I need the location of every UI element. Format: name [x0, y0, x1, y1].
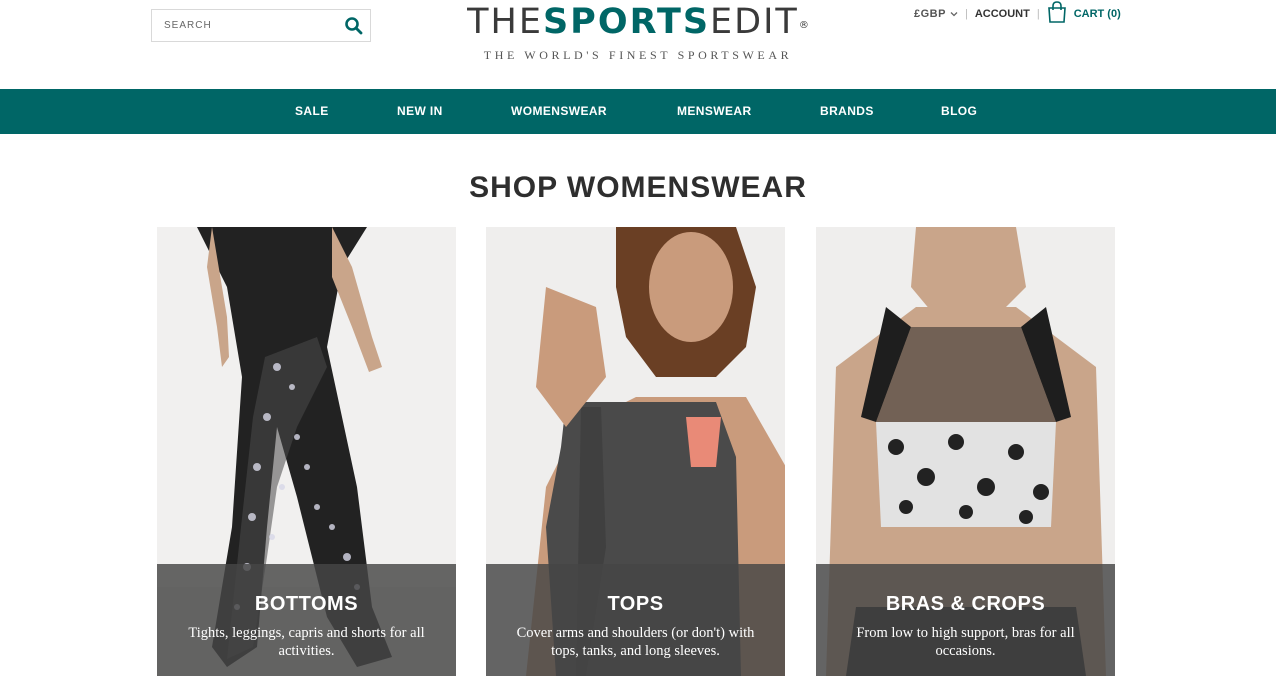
nav-item-womenswear[interactable]: WOMENSWEAR	[511, 89, 607, 134]
account-link[interactable]: ACCOUNT	[975, 8, 1030, 20]
logo-wordmark: THESPORTSEDIT®	[467, 2, 809, 42]
category-description: Tights, leggings, capris and shorts for …	[188, 625, 425, 659]
category-overlay: BRAS & CROPS From low to high support, b…	[816, 564, 1115, 676]
search-icon[interactable]	[344, 16, 364, 36]
utility-bar: £GBP | ACCOUNT | CART (0)	[914, 1, 1121, 23]
currency-selector[interactable]: £GBP	[914, 8, 946, 20]
cart-link[interactable]: CART (0)	[1074, 8, 1121, 20]
main-nav: SALE NEW IN WOMENSWEAR MENSWEAR BRANDS B…	[0, 89, 1276, 134]
category-title: BOTTOMS	[254, 593, 359, 615]
category-description: From low to high support, bras for all o…	[856, 625, 1075, 659]
separator: |	[1036, 8, 1040, 20]
category-overlay: BOTTOMS Tights, leggings, capris and sho…	[157, 564, 456, 676]
nav-item-blog[interactable]: BLOG	[941, 89, 977, 134]
category-description: Cover arms and shoulders (or don't) with…	[516, 625, 755, 659]
nav-item-new-in[interactable]: NEW IN	[397, 89, 443, 134]
site-logo[interactable]: THESPORTSEDIT® THE WORLD'S FINEST SPORTS…	[446, 2, 830, 63]
category-title: BRAS & CROPS	[885, 593, 1046, 615]
separator: |	[964, 8, 968, 20]
logo-tagline: THE WORLD'S FINEST SPORTSWEAR	[483, 48, 793, 62]
chevron-down-icon[interactable]	[950, 10, 958, 18]
category-card-tops[interactable]: TOPS Cover arms and shoulders (or don't)…	[486, 227, 785, 676]
category-card-bottoms[interactable]: BOTTOMS Tights, leggings, capris and sho…	[157, 227, 456, 676]
page-title: SHOP WOMENSWEAR	[469, 171, 807, 204]
search-box	[151, 9, 371, 42]
site-header: THESPORTSEDIT® THE WORLD'S FINEST SPORTS…	[0, 0, 1276, 89]
category-overlay: TOPS Cover arms and shoulders (or don't)…	[486, 564, 785, 676]
nav-item-sale[interactable]: SALE	[295, 89, 329, 134]
nav-item-menswear[interactable]: MENSWEAR	[677, 89, 752, 134]
category-card-bras-crops[interactable]: BRAS & CROPS From low to high support, b…	[816, 227, 1115, 676]
category-title: TOPS	[607, 593, 664, 615]
search-input[interactable]	[152, 10, 332, 41]
shopping-bag-icon[interactable]	[1047, 1, 1067, 23]
nav-item-brands[interactable]: BRANDS	[820, 89, 874, 134]
